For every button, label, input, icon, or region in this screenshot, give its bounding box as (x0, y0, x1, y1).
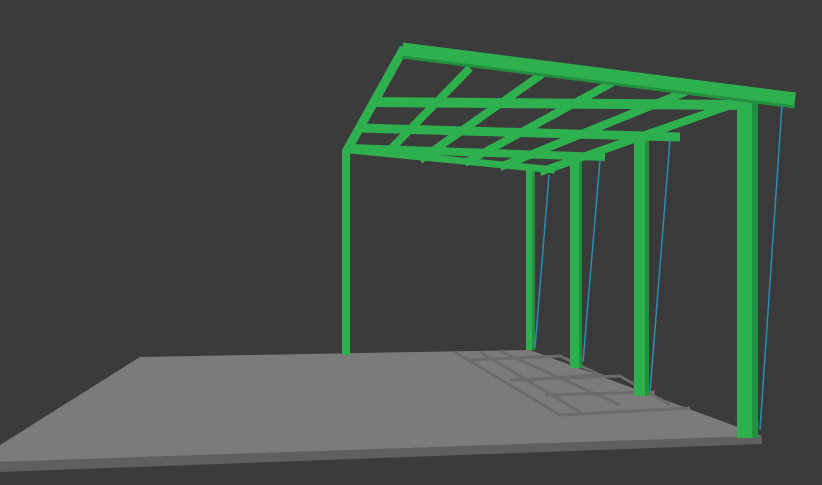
purlin-1 (382, 65, 473, 158)
purlin-2 (417, 68, 548, 164)
cable-2 (582, 159, 601, 363)
scene-canvas (0, 42, 796, 472)
3d-viewport[interactable] (0, 0, 822, 485)
column-back-left (342, 150, 350, 355)
cable-4 (759, 104, 783, 431)
beam-cross-1 (371, 97, 746, 110)
roof-beams (342, 42, 796, 176)
cable-1 (534, 174, 550, 349)
cable-3 (649, 139, 671, 393)
